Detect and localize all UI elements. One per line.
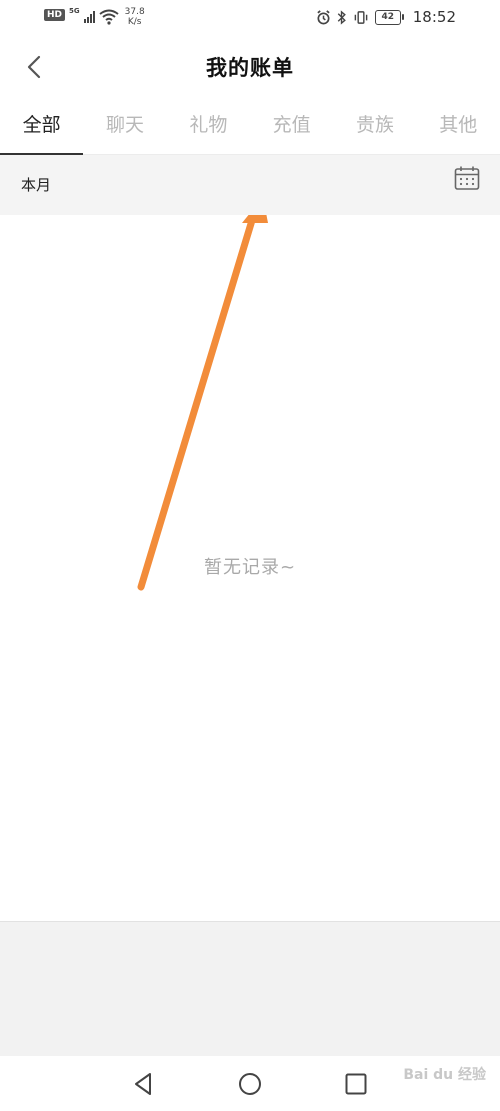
signal-icon [83,10,95,23]
navigation-bar: Bai du 经验 [0,1056,500,1111]
page-title: 我的账单 [206,56,294,80]
footer-area [0,921,500,1057]
app-header: 我的账单 [0,36,500,98]
empty-state-text: 暂无记录~ [203,557,297,578]
tab-noble[interactable]: 贵族 [333,98,416,154]
alarm-icon [317,9,330,24]
tab-chat[interactable]: 聊天 [83,98,166,154]
watermark: Bai du 经验 [403,1067,486,1083]
battery-icon: 42 [374,9,404,25]
month-filter-bar: 本月 [0,155,500,215]
status-bar-right: 42 18:52 [316,8,456,26]
hd-badge: HD [44,9,66,21]
network-speed-value: 37.8 [124,7,145,17]
status-bar-left: HD 5G 37.8 K/s [44,7,145,27]
calendar-icon[interactable] [454,165,480,191]
network-type: 5G [69,7,80,15]
bill-list-area: 暂无记录~ [0,215,500,921]
tab-other[interactable]: 其他 [417,98,500,154]
bluetooth-icon [337,9,346,25]
nav-back-icon[interactable] [130,1070,158,1098]
network-speed-unit: K/s [127,17,142,27]
tab-recharge[interactable]: 充值 [250,98,333,154]
tab-all[interactable]: 全部 [0,98,84,155]
clock: 18:52 [412,8,456,26]
nav-home-icon[interactable] [236,1070,264,1098]
nav-recents-icon[interactable] [342,1070,370,1098]
category-tabs: 全部 聊天 礼物 充值 贵族 其他 [0,98,500,155]
network-speed: 37.8 K/s [125,7,145,27]
tab-gift[interactable]: 礼物 [167,98,250,154]
month-label: 本月 [21,176,52,194]
status-bar: HD 5G 37.8 K/s 42 18:52 [0,0,500,36]
vibrate-icon [354,10,368,24]
wifi-icon [99,9,119,25]
